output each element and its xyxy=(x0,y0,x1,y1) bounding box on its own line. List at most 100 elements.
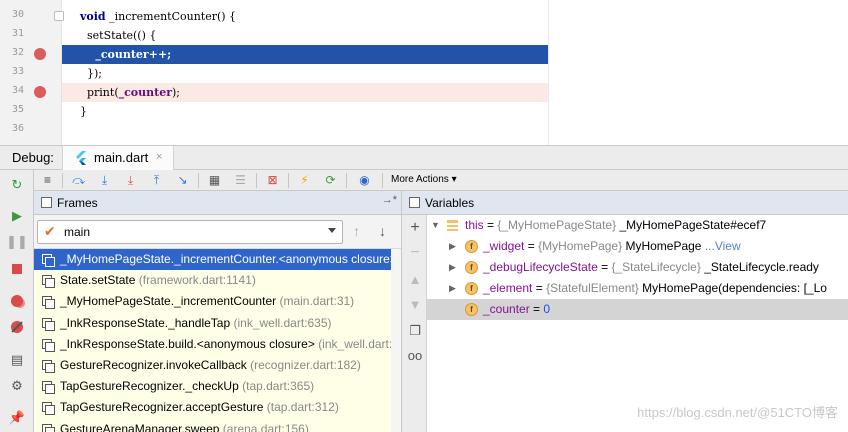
step-over-icon[interactable]: ⤼ xyxy=(70,172,87,189)
mute-breakpoints-icon[interactable] xyxy=(9,319,25,335)
evaluate-expression-icon[interactable]: ▦ xyxy=(206,172,223,189)
remove-watch-icon[interactable]: − xyxy=(408,245,422,261)
field-icon: f xyxy=(465,261,478,274)
flutter-inspector-icon[interactable]: ◉ xyxy=(356,172,373,189)
frame-row[interactable]: _InkResponseState._handleTap (ink_well.d… xyxy=(34,312,401,334)
resume-icon[interactable]: ▶ xyxy=(9,208,25,224)
hot-restart-icon[interactable]: ⟳ xyxy=(322,172,339,189)
frame-method: _InkResponseState._handleTap xyxy=(60,315,231,330)
debug-label: Debug: xyxy=(12,150,54,165)
view-breakpoints-icon[interactable] xyxy=(9,293,25,309)
frame-row[interactable]: GestureArenaManager.sweep (arena.dart:15… xyxy=(34,418,401,432)
restore-layout-icon[interactable]: →* xyxy=(382,194,397,206)
hot-reload-icon[interactable]: ⚡ xyxy=(296,172,313,189)
code-line[interactable]: 36 xyxy=(0,121,848,140)
chevron-right-icon[interactable]: ▶ xyxy=(449,278,456,299)
variables-panel: Variables + − ▲ ▼ ❐ oo ▼ this = {_MyHomeP… xyxy=(402,191,848,432)
code-text[interactable]: print(_counter); xyxy=(62,83,548,102)
code-line[interactable]: 30 void _incrementCounter() { xyxy=(0,7,848,26)
stack-frame-icon xyxy=(42,275,55,289)
variable-text: _element = {StatefulElement} MyHomePage(… xyxy=(483,281,827,295)
run-to-cursor-icon[interactable]: ↘ xyxy=(174,172,191,189)
code-editor[interactable]: 30 void _incrementCounter() {31 setState(… xyxy=(0,0,848,145)
frame-row[interactable]: _MyHomePageState._incrementCounter (main… xyxy=(34,291,401,313)
thread-name: main xyxy=(64,225,91,239)
variable-row[interactable]: f _counter = 0 xyxy=(427,299,848,320)
code-text[interactable]: } xyxy=(62,102,548,121)
force-step-into-icon[interactable]: ⤓ xyxy=(122,172,139,189)
stop-icon[interactable] xyxy=(9,261,25,277)
frame-row[interactable]: TapGestureRecognizer.acceptGesture (tap.… xyxy=(34,397,401,419)
variable-type: {_StateLifecycle} xyxy=(611,260,701,274)
chevron-down-icon[interactable]: ▼ xyxy=(431,215,440,236)
code-text[interactable]: setState(() { xyxy=(62,26,548,45)
code-text[interactable]: }); xyxy=(62,64,548,83)
chevron-right-icon[interactable]: ▶ xyxy=(449,236,456,257)
pause-icon[interactable]: ❚❚ xyxy=(6,234,28,250)
move-down-icon[interactable]: ▼ xyxy=(408,298,422,312)
menu-icon[interactable]: ≡ xyxy=(39,172,56,189)
frame-location: (tap.dart:365) xyxy=(242,379,315,394)
variables-toolbar: + − ▲ ▼ ❐ oo xyxy=(402,215,427,432)
code-line[interactable]: 35} xyxy=(0,102,848,121)
frame-row[interactable]: TapGestureRecognizer._checkUp (tap.dart:… xyxy=(34,376,401,398)
variables-header: Variables xyxy=(402,191,848,215)
breakpoint-icon[interactable] xyxy=(34,48,46,60)
frame-row[interactable]: GestureRecognizer.invokeCallback (recogn… xyxy=(34,354,401,377)
variable-row[interactable]: ▼ this = {_MyHomePageState} _MyHomePageSt… xyxy=(427,215,848,236)
gear-icon[interactable]: ⚙ xyxy=(9,378,25,394)
add-watch-icon[interactable]: + xyxy=(408,220,422,236)
arrow-down-icon[interactable]: ↓ xyxy=(379,223,386,239)
tab-main-dart[interactable]: main.dart × xyxy=(62,146,174,170)
trace-icon[interactable]: ☰ xyxy=(232,172,249,189)
code-text[interactable]: void _incrementCounter() { xyxy=(62,7,548,26)
code-text[interactable]: _counter++; xyxy=(62,45,548,64)
move-up-icon[interactable]: ▲ xyxy=(408,273,422,287)
line-number: 35 xyxy=(11,104,24,115)
more-actions-button[interactable]: More Actions ▾ xyxy=(391,174,457,185)
frames-icon xyxy=(41,197,52,208)
variable-value: MyHomePage(dependencies: [_Lo xyxy=(642,281,827,295)
breakpoint-icon[interactable] xyxy=(34,86,46,98)
rerun-icon[interactable]: ↻ xyxy=(9,177,25,193)
code-text[interactable] xyxy=(62,121,548,140)
chevron-right-icon[interactable]: ▶ xyxy=(449,257,456,278)
variable-text: _counter = 0 xyxy=(483,302,551,316)
variables-title: Variables xyxy=(425,196,475,210)
step-out-icon[interactable]: ⤒ xyxy=(148,172,165,189)
code-line[interactable]: 34 print(_counter); xyxy=(0,83,848,102)
field-icon: f xyxy=(465,282,478,295)
variable-row[interactable]: ▶ f _widget = {MyHomePage} MyHomePage ...V… xyxy=(427,236,848,257)
frames-scrollbar[interactable] xyxy=(391,249,401,432)
variable-value: 0 xyxy=(543,302,551,316)
code-line[interactable]: 32 _counter++; xyxy=(0,45,848,64)
stack-frame-icon xyxy=(42,254,55,267)
frame-location: (main.dart:31) xyxy=(279,294,355,309)
variable-row[interactable]: ▶ f _debugLifecycleState = {_StateLifecycl… xyxy=(427,257,848,278)
clear-breakpoints-icon[interactable]: ⊠ xyxy=(264,172,281,189)
frame-row[interactable]: _MyHomePageState._incrementCounter.<anon… xyxy=(34,249,401,271)
frame-row[interactable]: State.setState (framework.dart:1141) xyxy=(34,270,401,292)
variable-name: _widget xyxy=(483,239,525,253)
arrow-up-icon[interactable]: ↑ xyxy=(353,223,360,239)
thread-dropdown[interactable]: ✔ main xyxy=(37,220,343,244)
stack-frame-icon xyxy=(42,402,55,416)
step-into-icon[interactable]: ⤓ xyxy=(96,172,113,189)
frame-method: TapGestureRecognizer._checkUp xyxy=(60,379,239,394)
copy-icon[interactable]: ❐ xyxy=(408,324,422,338)
view-link[interactable]: ...View xyxy=(705,239,741,253)
frame-method: GestureRecognizer.invokeCallback xyxy=(60,357,247,372)
glasses-icon[interactable]: oo xyxy=(405,349,425,363)
frames-panel: Frames →* ✔ main ↑ ↓ _MyHomePageState._i… xyxy=(34,191,402,432)
variable-type: {StatefulElement} xyxy=(546,281,639,295)
frame-row[interactable]: _InkResponseState.build.<anonymous closu… xyxy=(34,333,401,355)
line-number: 32 xyxy=(11,47,24,58)
variable-row[interactable]: ▶ f _element = {StatefulElement} MyHomePag… xyxy=(427,278,848,299)
code-line[interactable]: 31 setState(() { xyxy=(0,26,848,45)
code-line[interactable]: 33 }); xyxy=(0,64,848,83)
pin-icon[interactable]: 📌 xyxy=(9,410,25,426)
layout-icon[interactable]: ▤ xyxy=(9,352,25,368)
frame-location: (ink_well.dart:…) xyxy=(318,336,401,351)
watermark: https://blog.csdn.net/@51CTO博客 xyxy=(637,405,838,420)
close-icon[interactable]: × xyxy=(156,151,162,163)
